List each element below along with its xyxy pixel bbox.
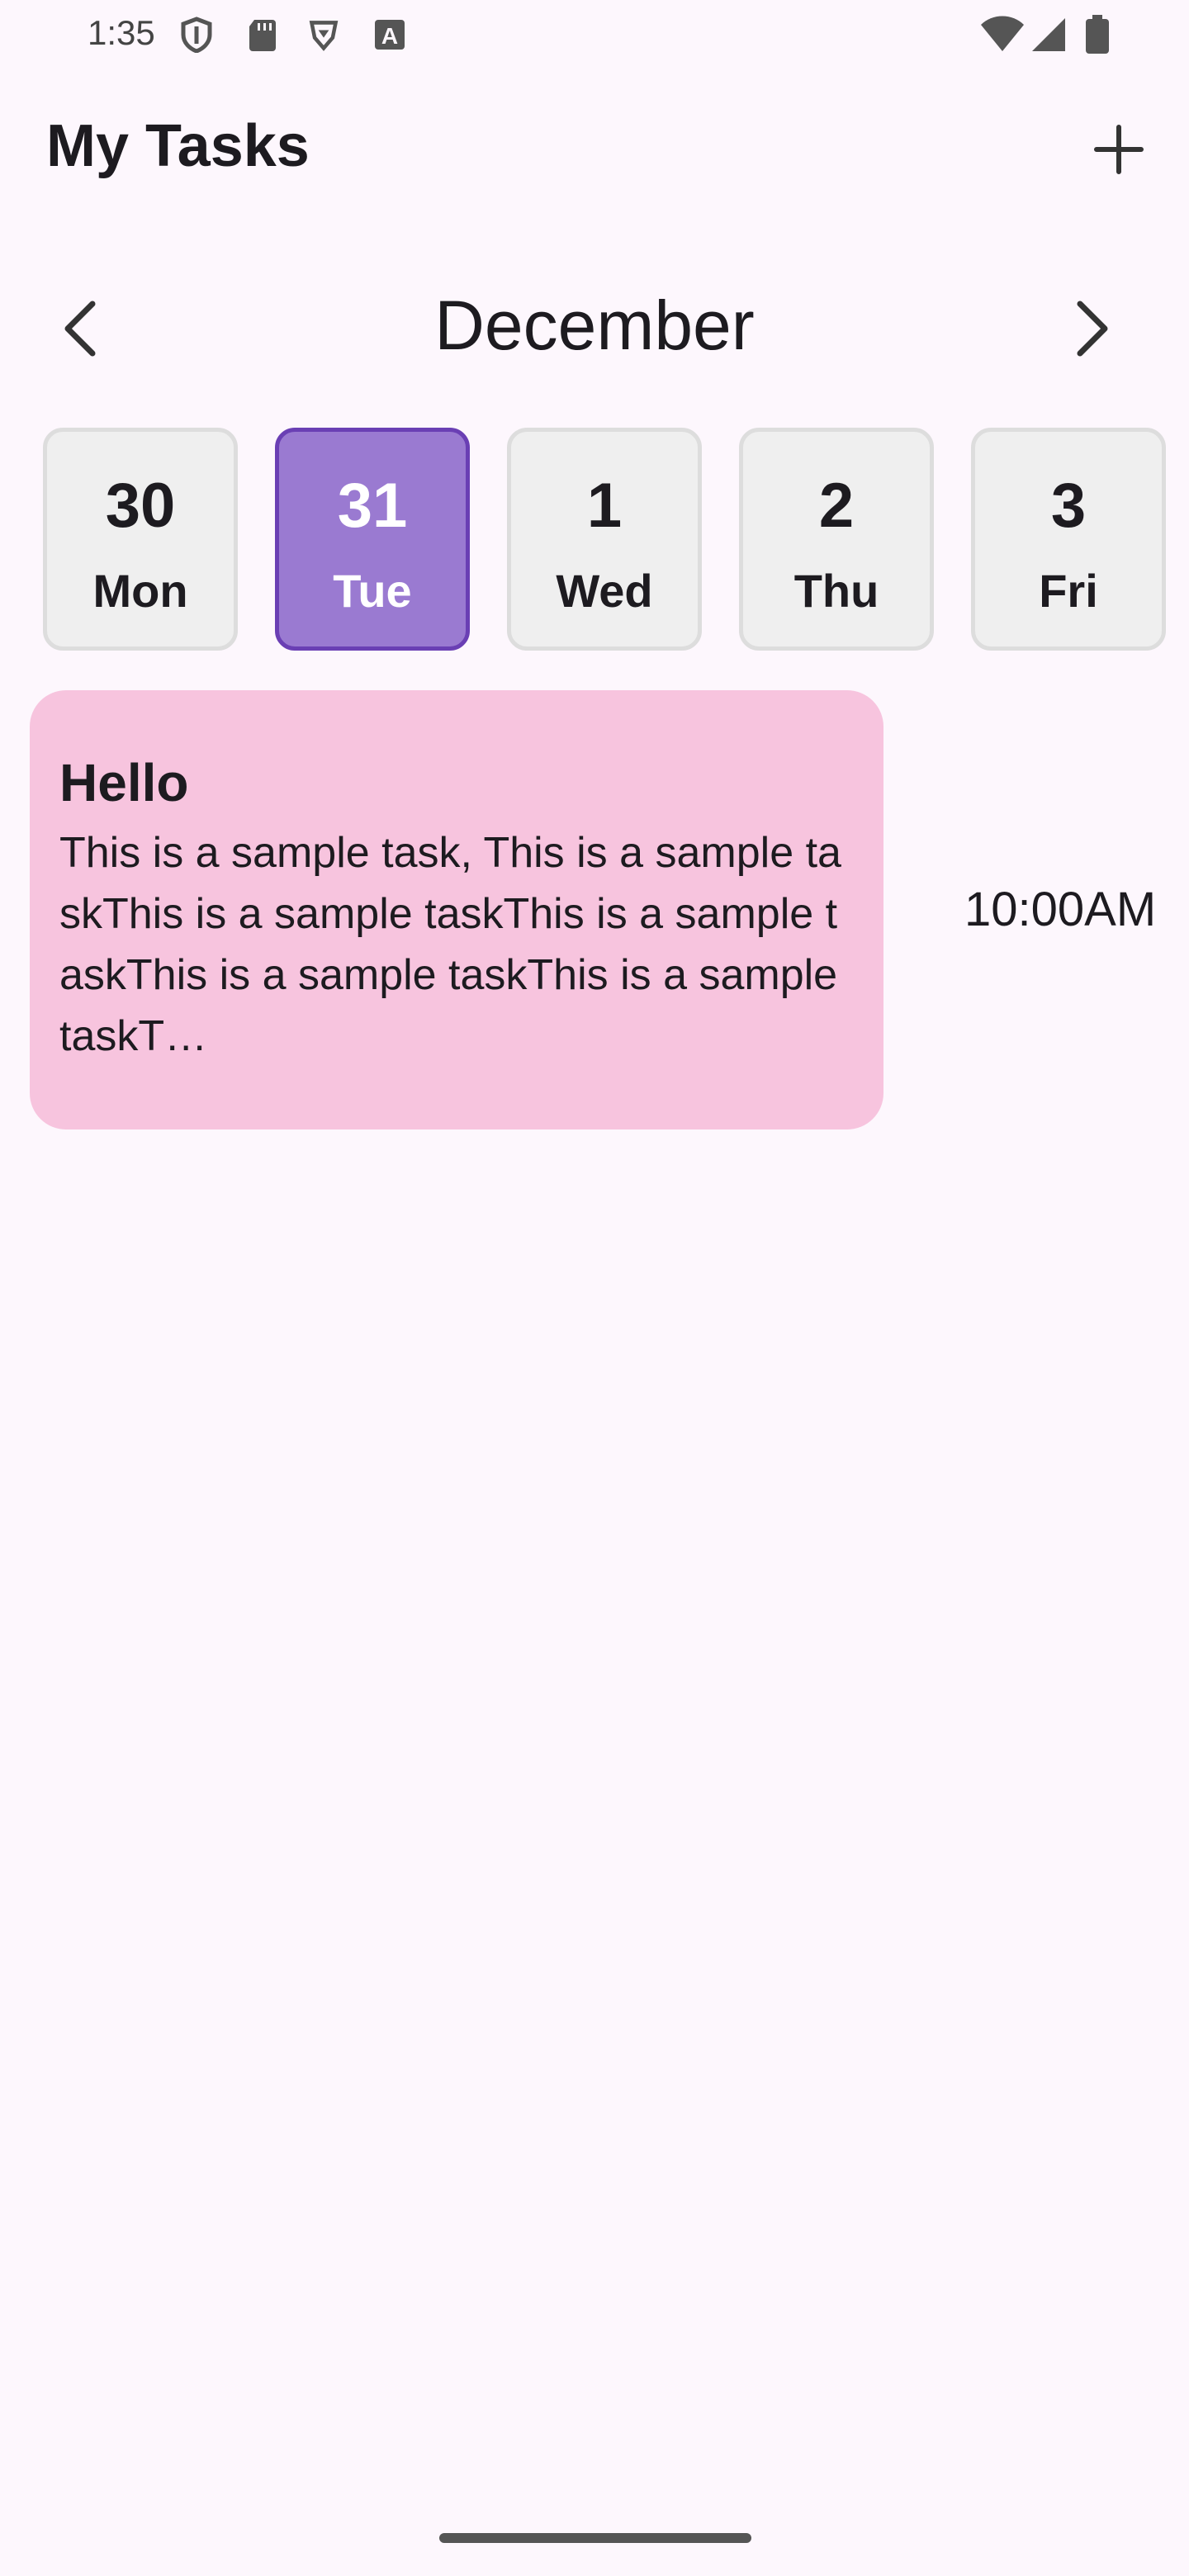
task-description: This is a sample task, This is a sample … [59,829,841,1060]
day-number: 30 [105,471,176,541]
day-number: 2 [818,471,855,541]
font-a-icon: A [375,20,405,50]
day-strip: 30 Mon 31 Tue 1 Wed 2 Thu 3 Fri [43,428,1189,659]
status-bar: 1:35 A [0,0,1189,69]
day-card-30[interactable]: 30 Mon [43,428,238,651]
svg-text:A: A [381,23,398,49]
home-indicator[interactable] [439,2533,751,2543]
day-name: Tue [333,565,412,617]
day-name: Fri [1039,565,1098,617]
sd-card-icon [249,20,276,51]
chevron-right-icon[interactable] [1057,296,1123,362]
add-task-button[interactable] [1090,121,1148,178]
day-card-31-selected[interactable]: 31 Tue [275,428,470,651]
chevron-left-icon[interactable] [50,296,116,362]
vpn-shield-icon [181,17,212,53]
status-time: 1:35 [88,13,155,52]
battery-icon [1086,15,1109,54]
wifi-icon [981,16,1024,51]
brave-icon [309,21,339,51]
day-card-1[interactable]: 1 Wed [507,428,702,651]
month-label: December [434,286,755,364]
day-number: 1 [586,471,623,541]
task-card[interactable]: Hello This is a sample task, This is a s… [30,690,883,1129]
day-card-2[interactable]: 2 Thu [739,428,934,651]
signal-icon [1032,18,1065,51]
day-name: Wed [556,565,653,617]
task-time: 10:00AM [964,883,1157,936]
page-title: My Tasks [46,113,310,179]
day-number: 31 [337,471,408,541]
task-title: Hello [59,753,189,812]
day-name: Mon [92,565,188,617]
day-name: Thu [793,565,879,617]
day-number: 3 [1050,471,1087,541]
day-card-3[interactable]: 3 Fri [971,428,1166,651]
